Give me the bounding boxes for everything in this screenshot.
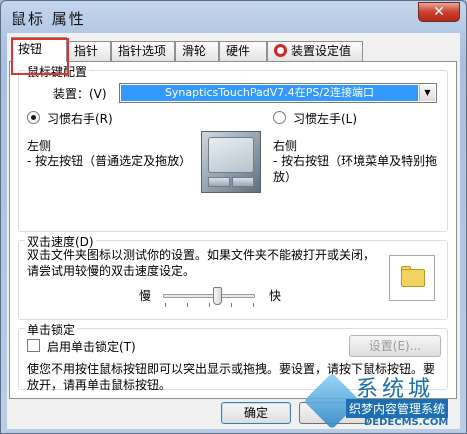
folder-icon <box>401 269 425 287</box>
active-tab-highlight <box>11 38 69 75</box>
left-side-title: 左侧 <box>27 139 52 153</box>
right-hand-radio[interactable] <box>27 111 40 124</box>
device-select[interactable]: SynapticsTouchPadV7.4在PS/2连接端口 ▼ <box>119 83 437 103</box>
buttons-tab-page: 鼠标键配置 装置：(V) SynapticsTouchPadV7.4在PS/2连… <box>9 61 457 399</box>
tab-device-settings[interactable]: 装置设定值 <box>267 41 363 61</box>
touchpad-surface <box>208 137 254 173</box>
dialog-client-area: 按钮 指针 指针选项 滑轮 硬件 装置设定值 鼠标键配置 装置：(V) Syna… <box>7 33 460 429</box>
fast-label: 快 <box>269 289 282 303</box>
device-label: 装置：(V) <box>53 87 107 101</box>
synaptics-icon <box>274 44 287 57</box>
site-watermark: 系统城 织梦内容管理系统 DEDECMS.COM <box>303 371 466 433</box>
click-lock-label[interactable]: 启用单击锁定(T) <box>47 338 136 355</box>
tab-strip: 按钮 指针 指针选项 滑轮 硬件 装置设定值 <box>7 37 460 75</box>
watermark-tagline: 织梦内容管理系统 <box>346 399 449 418</box>
close-icon: ✕ <box>433 4 445 20</box>
tab-pointer-options[interactable]: 指针选项 <box>111 41 175 61</box>
tab-hardware[interactable]: 硬件 <box>219 41 267 61</box>
close-button[interactable]: ✕ <box>418 2 460 22</box>
tab-wheel[interactable]: 滑轮 <box>175 41 219 61</box>
slow-label: 慢 <box>139 289 152 303</box>
group-label: 单击锁定 <box>25 321 78 338</box>
double-click-group: 双击速度(D) 双击文件夹图标以测试你的设置。如果文件夹不能被打开或关闭，请尝试… <box>18 233 448 320</box>
touchpad-left-button <box>208 177 230 187</box>
ok-button[interactable]: 确定 <box>221 402 291 424</box>
mouse-properties-window: 鼠标 属性 ✕ 按钮 指针 指针选项 滑轮 硬件 装置设定值 鼠标键配置 装置：… <box>0 0 467 434</box>
touchpad-icon <box>201 131 261 193</box>
click-lock-settings-button[interactable]: 设置(E)... <box>349 335 441 357</box>
tab-label: 硬件 <box>226 44 251 58</box>
right-side-description: - 按右按钮（环境菜单及特别拖放） <box>273 154 438 184</box>
left-hand-label[interactable]: 习惯左手(L) <box>293 110 357 127</box>
slider-tick <box>165 303 166 307</box>
slider-tick <box>253 303 254 307</box>
tab-label: 装置设定值 <box>291 44 352 58</box>
touchpad-right-button <box>232 177 254 187</box>
right-side-title: 右侧 <box>273 139 298 153</box>
tab-pointers[interactable]: 指针 <box>67 41 111 61</box>
watermark-url: DEDECMS.COM <box>364 417 449 428</box>
right-hand-label[interactable]: 习惯右手(R) <box>47 110 113 127</box>
tab-label: 指针 <box>74 44 99 58</box>
title-bar[interactable]: 鼠标 属性 ✕ <box>1 1 466 33</box>
slider-tick <box>187 303 188 307</box>
left-hand-radio[interactable] <box>273 111 286 124</box>
chevron-down-icon[interactable]: ▼ <box>419 85 435 101</box>
double-click-speed-slider[interactable] <box>163 294 255 298</box>
slider-tick <box>209 303 210 307</box>
click-lock-checkbox[interactable] <box>27 339 40 352</box>
slider-thumb[interactable] <box>213 287 223 305</box>
button-config-group: 鼠标键配置 装置：(V) SynapticsTouchPadV7.4在PS/2连… <box>18 63 448 232</box>
device-selected-value: SynapticsTouchPadV7.4在PS/2连接端口 <box>121 85 418 101</box>
left-side-description: - 按左按钮（普通选定及拖放） <box>27 154 192 168</box>
double-click-description: 双击文件夹图标以测试你的设置。如果文件夹不能被打开或关闭，请尝试用较慢的双击速度… <box>27 248 376 278</box>
tab-label: 指针选项 <box>118 44 167 58</box>
tab-label: 滑轮 <box>182 44 207 58</box>
slider-tick <box>231 303 232 307</box>
test-folder-box[interactable] <box>389 255 435 301</box>
window-title: 鼠标 属性 <box>11 10 86 28</box>
